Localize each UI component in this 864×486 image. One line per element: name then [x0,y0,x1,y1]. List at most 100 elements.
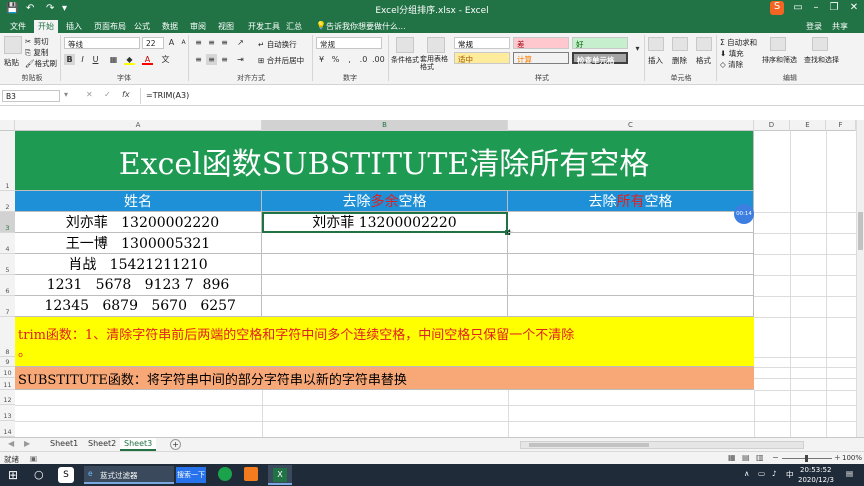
row-header-6[interactable]: 6 [0,275,15,296]
sort-filter-icon[interactable] [770,37,786,51]
row-header-13[interactable]: 13 [0,405,15,421]
align-center-icon[interactable]: ≡ [206,54,217,65]
orientation-icon[interactable]: ↗ [235,37,246,48]
sheet-title-cell[interactable]: Excel函数SUBSTITUTE清除所有空格 [15,131,754,191]
clear-button[interactable]: ◇ 清除 [720,59,743,70]
row-header-3[interactable]: 3 [0,212,15,233]
horizontal-scroll-thumb[interactable] [529,443,649,447]
decrease-decimal-icon[interactable]: .00 [372,54,385,65]
align-top-icon[interactable]: ≡ [193,37,204,48]
horizontal-scrollbar[interactable] [520,441,804,449]
increase-font-icon[interactable]: A [166,37,177,48]
column-header-c[interactable]: C [508,120,754,131]
bold-icon[interactable]: B [64,54,75,65]
tray-expand-icon[interactable]: ∧ [744,469,750,478]
zoom-in-icon[interactable]: + [834,453,841,462]
row-header-4[interactable]: 4 [0,233,15,254]
vertical-scroll-thumb[interactable] [858,212,863,250]
sort-filter-button[interactable]: 排序和筛选 [762,55,797,65]
taskbar-excel-item[interactable]: X [268,465,292,485]
tab-summary[interactable]: 汇总 [282,20,306,33]
zoom-out-icon[interactable]: − [772,453,779,462]
column-header-b[interactable]: B [262,120,508,131]
indent-icon[interactable]: ⇥ [235,54,246,65]
restore-icon[interactable]: ❐ [826,2,842,13]
align-middle-icon[interactable]: ≡ [206,37,217,48]
windows-start-icon[interactable]: ⊞ [8,468,18,482]
italic-icon[interactable]: I [77,54,88,65]
row-header-9[interactable]: 9 [0,357,15,367]
cell-c7[interactable] [508,296,754,317]
header-cell-trim[interactable]: 去除 多余 空格 [262,191,508,212]
tab-data[interactable]: 数据 [158,20,182,33]
format-cells-icon[interactable] [696,37,712,51]
cell-a4[interactable]: 王一博 1300005321 [15,233,262,254]
name-box[interactable]: B3 [2,90,60,102]
login-link[interactable]: 登录 [806,21,822,32]
ribbon-options-icon[interactable]: ▭ [790,2,806,13]
header-cell-name[interactable]: 姓名 [15,191,262,212]
add-sheet-button[interactable]: + [170,439,181,450]
font-color-icon[interactable]: A [142,54,153,65]
font-size-select[interactable]: 22 [142,37,164,49]
zoom-slider[interactable] [782,455,832,462]
conditional-format-icon[interactable] [396,37,414,53]
cell-a3[interactable]: 刘亦菲 13200002220 [15,212,262,233]
delete-cells-button[interactable]: 删除 [672,55,687,66]
sheet-tab-1[interactable]: Sheet1 [46,438,82,451]
row-header-2[interactable]: 2 [0,191,15,212]
fill-color-icon[interactable]: ◆ [124,54,135,65]
wrap-text-button[interactable]: ↵ 自动换行 [258,39,297,50]
comma-icon[interactable]: , [344,54,355,65]
cell-b5[interactable] [262,254,508,275]
sheet-tab-2[interactable]: Sheet2 [84,438,120,451]
style-normal[interactable]: 常规 [454,37,510,49]
tab-view[interactable]: 视图 [214,20,238,33]
column-header-e[interactable]: E [790,120,826,131]
notification-icon[interactable]: ▤ [846,469,853,478]
zoom-level[interactable]: 100% [842,454,862,462]
page-break-view-icon[interactable]: ▥ [756,453,764,462]
align-left-icon[interactable]: ≡ [193,54,204,65]
cell-a7[interactable]: 12345 6879 5670 6257 [15,296,262,317]
macro-record-icon[interactable]: ▣ [30,454,37,463]
cell-c3[interactable] [508,212,754,233]
copy-button[interactable]: ⎘ 复制 [25,47,48,58]
row-header-8[interactable]: 8 [0,317,15,357]
taskbar-search-box[interactable]: 搜索一下 [176,467,206,483]
cell-c5[interactable] [508,254,754,275]
merge-center-button[interactable]: ⊞ 合并后居中 [258,55,304,66]
trim-note-cell[interactable]: trim函数：1、清除字符串前后两端的空格和字符中间多个连续空格，中间空格只保留… [15,317,754,367]
currency-icon[interactable]: ¥ [316,54,327,65]
find-select-button[interactable]: 查找和选择 [804,55,839,65]
enter-icon[interactable]: ✓ [104,90,111,99]
row-header-10[interactable]: 10 [0,367,15,378]
taskbar-browser-item[interactable]: e 蓝式过滤器 [84,466,174,484]
cell-c4[interactable] [508,233,754,254]
close-icon[interactable]: ✕ [846,2,862,13]
row-header-12[interactable]: 12 [0,390,15,405]
column-header-a[interactable]: A [15,120,262,131]
table-format-icon[interactable] [427,37,445,53]
name-box-dropdown-icon[interactable]: ▾ [64,90,68,99]
insert-cells-icon[interactable] [648,37,664,51]
column-header-f[interactable]: F [826,120,856,131]
percent-icon[interactable]: % [330,54,341,65]
align-right-icon[interactable]: ≡ [219,54,230,65]
vertical-scrollbar[interactable] [856,120,864,437]
tab-file[interactable]: 文件 [6,20,30,33]
sheet-tab-3[interactable]: Sheet3 [120,438,157,451]
normal-view-icon[interactable]: ▦ [728,453,736,462]
page-layout-view-icon[interactable]: ▤ [742,453,750,462]
taskbar-app-orange-icon[interactable] [244,467,258,481]
tab-page-layout[interactable]: 页面布局 [90,20,130,33]
tab-formulas[interactable]: 公式 [130,20,154,33]
number-format-select[interactable]: 常规 [316,37,382,49]
column-header-d[interactable]: D [754,120,790,131]
select-all-corner[interactable] [0,120,15,131]
row-header-5[interactable]: 5 [0,254,15,275]
tray-ime-icon[interactable]: 中 [786,469,794,480]
insert-cells-button[interactable]: 插入 [648,55,663,66]
zoom-slider-thumb[interactable] [805,455,808,462]
taskbar-app-green-icon[interactable] [218,467,232,481]
